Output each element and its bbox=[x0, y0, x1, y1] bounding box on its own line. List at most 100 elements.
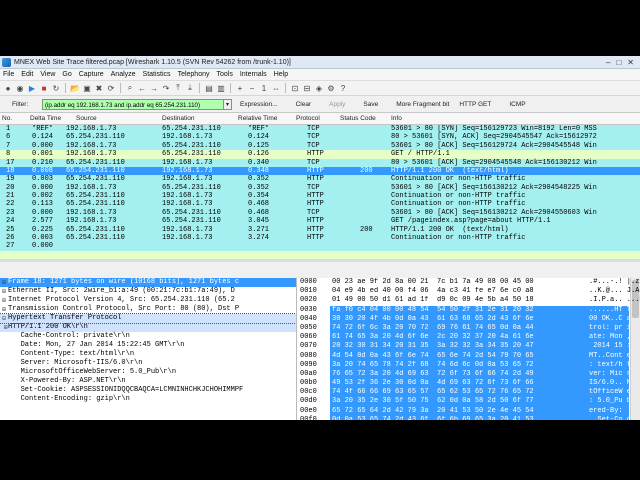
options-icon[interactable]: ◉ bbox=[15, 83, 25, 93]
goto-icon[interactable]: ↷ bbox=[161, 83, 171, 93]
packet-row[interactable]: 23 0.000 192.168.1.73 65.254.231.110 0.468 TC… bbox=[0, 208, 640, 218]
find-icon[interactable]: ⌕ bbox=[125, 83, 135, 93]
tree-item[interactable]: Date: Mon, 27 Jan 2014 15:22:45 GMT\r\n bbox=[0, 341, 296, 350]
packet-no: 17 bbox=[6, 158, 15, 167]
start-capture-icon[interactable]: ▶ bbox=[27, 83, 37, 93]
save-filter-button[interactable]: Save bbox=[363, 101, 378, 108]
interface-list-icon[interactable]: ● bbox=[3, 83, 13, 93]
colorize-icon[interactable]: ▤ bbox=[204, 83, 214, 93]
stop-capture-icon[interactable]: ■ bbox=[39, 83, 49, 93]
menu-internals[interactable]: Internals bbox=[240, 71, 267, 78]
menu-file[interactable]: File bbox=[3, 71, 14, 78]
menu-analyze[interactable]: Analyze bbox=[111, 71, 136, 78]
col-info[interactable]: Info bbox=[391, 115, 402, 122]
packet-row[interactable]: 8 0.001 192.168.1.73 65.254.231.110 0.126 HTT… bbox=[0, 150, 640, 159]
reload-icon[interactable]: ⟳ bbox=[106, 83, 116, 93]
packet-row[interactable]: 7 0.000 192.168.1.73 65.254.231.110 0.125 TCP… bbox=[0, 141, 640, 151]
col-status-code[interactable]: Status Code bbox=[340, 115, 376, 122]
tree-item[interactable]: X-Powered-By: ASP.NET\r\n bbox=[0, 377, 296, 386]
http-get-button[interactable]: HTTP GET bbox=[459, 101, 491, 108]
tree-item[interactable]: Content-Type: text/html\r\n bbox=[0, 350, 296, 359]
expander-icon[interactable]: ⊞ bbox=[0, 305, 8, 314]
expression-button[interactable]: Expression... bbox=[240, 101, 278, 108]
first-icon[interactable]: ⤒ bbox=[173, 83, 183, 93]
tree-item[interactable]: ⊞ HTTP/1.1 200 OK\r\n bbox=[0, 323, 296, 332]
tree-item[interactable]: MicrosoftOfficeWebServer: 5.0_Pub\r\n bbox=[0, 368, 296, 377]
close-file-icon[interactable]: ✖ bbox=[94, 83, 104, 93]
tree-item[interactable]: ⊞ Transmission Control Protocol, Src Port… bbox=[0, 305, 296, 314]
icmp-button[interactable]: ICMP bbox=[509, 101, 525, 108]
display-filters-icon[interactable]: ⊟ bbox=[302, 83, 312, 93]
hex-row: 0030 fa f0 c4 04 00 00 48 54 54 50 2f 31 … bbox=[297, 305, 640, 315]
restart-icon[interactable]: ↻ bbox=[51, 83, 61, 93]
menu-help[interactable]: Help bbox=[274, 71, 288, 78]
capture-filters-icon[interactable]: ⊡ bbox=[290, 83, 300, 93]
preferences-icon[interactable]: ⚙ bbox=[326, 83, 336, 93]
expander-icon[interactable]: ⊞ bbox=[0, 296, 8, 305]
expander-icon[interactable]: ⊞ bbox=[0, 278, 8, 287]
minimize-button[interactable]: – bbox=[606, 58, 610, 67]
col-source[interactable]: Source bbox=[76, 115, 97, 122]
back-icon[interactable]: ← bbox=[137, 83, 147, 93]
tree-item[interactable]: Server: Microsoft-IIS/6.0\r\n bbox=[0, 359, 296, 368]
col-destination[interactable]: Destination bbox=[162, 115, 195, 122]
menu-tools[interactable]: Tools bbox=[216, 71, 232, 78]
menu-view[interactable]: View bbox=[40, 71, 55, 78]
packet-row[interactable]: 1 *REF* 192.168.1.73 65.254.231.110 *REF* TCP… bbox=[0, 125, 640, 134]
packet-row[interactable]: 22 0.113 65.254.231.110 192.168.1.73 0.468 HT… bbox=[0, 200, 640, 209]
packet-row[interactable]: 26 0.003 65.254.231.110 192.168.1.73 3.274 HT… bbox=[0, 233, 640, 243]
autoscroll-icon[interactable]: ▥ bbox=[216, 83, 226, 93]
close-button[interactable]: ✕ bbox=[627, 58, 634, 67]
expander-icon[interactable]: ⊟ bbox=[0, 314, 8, 323]
save-icon[interactable]: ▣ bbox=[82, 83, 92, 93]
col-protocol[interactable]: Protocol bbox=[296, 115, 320, 122]
apply-button[interactable]: Apply bbox=[329, 101, 345, 108]
expander-icon[interactable]: ⊞ bbox=[0, 323, 8, 332]
zoom-out-icon[interactable]: − bbox=[247, 83, 257, 93]
tree-item[interactable]: Cache-Control: private\r\n bbox=[0, 332, 296, 341]
packet-row[interactable]: 20 0.000 192.168.1.73 65.254.231.110 0.352 TC… bbox=[0, 183, 640, 192]
forward-icon[interactable]: → bbox=[149, 83, 159, 93]
open-file-icon[interactable]: 📂 bbox=[70, 83, 80, 93]
pane-splitter[interactable] bbox=[0, 259, 640, 262]
menu-capture[interactable]: Capture bbox=[79, 71, 104, 78]
packet-row[interactable]: 19 0.003 65.254.231.110 192.168.1.73 0.352 HT… bbox=[0, 175, 640, 184]
tree-item[interactable]: ⊟ Hypertext Transfer Protocol bbox=[0, 313, 296, 324]
menu-statistics[interactable]: Statistics bbox=[143, 71, 171, 78]
packet-row[interactable] bbox=[0, 250, 640, 259]
tree-item[interactable]: Set-Cookie: ASPSESSIONIDQQCBAQCA=LCMNINH… bbox=[0, 386, 296, 395]
help-icon[interactable]: ? bbox=[338, 83, 348, 93]
tree-item[interactable]: ⊞ Frame 18: 1271 bytes on wire (10168 bit… bbox=[0, 278, 296, 287]
tree-item[interactable]: ⊞ Internet Protocol Version 4, Src: 65.25… bbox=[0, 296, 296, 305]
hex-row: 0060 61 74 65 3a 20 4d 6f 6e 2c 20 32 37 … bbox=[297, 333, 640, 343]
menu-edit[interactable]: Edit bbox=[21, 71, 33, 78]
packet-row[interactable]: 6 0.124 65.254.231.110 192.168.1.73 0.124 TCP… bbox=[0, 133, 640, 142]
menu-telephony[interactable]: Telephony bbox=[178, 71, 210, 78]
packet-bytes-pane[interactable]: 0000 00 23 ae 9f 2d 8a 00 21 7c b1 7a 49 … bbox=[297, 278, 640, 420]
packet-row[interactable]: 25 0.225 65.254.231.110 192.168.1.73 3.271 HT… bbox=[0, 225, 640, 234]
clear-button[interactable]: Clear bbox=[296, 101, 312, 108]
display-filter-input[interactable]: (ip.addr eq 192.168.1.73 and ip.addr eq … bbox=[42, 98, 224, 110]
packet-row[interactable]: 27 0.000 bbox=[0, 242, 640, 251]
more-fragment-bit-button[interactable]: More Fragment bit bbox=[396, 101, 449, 108]
packet-row[interactable]: 17 0.210 65.254.231.110 192.168.1.73 0.340 TC… bbox=[0, 158, 640, 167]
col-relative-time[interactable]: Relative Time bbox=[238, 115, 277, 122]
maximize-button[interactable]: □ bbox=[616, 58, 621, 67]
zoom-in-icon[interactable]: + bbox=[235, 83, 245, 93]
expander-icon[interactable]: ⊞ bbox=[0, 287, 8, 296]
coloring-rules-icon[interactable]: ◈ bbox=[314, 83, 324, 93]
col-delta-time[interactable]: Delta Time bbox=[30, 115, 61, 122]
resize-columns-icon[interactable]: ⇔ bbox=[271, 83, 281, 93]
tree-item[interactable]: ⊞ Ethernet II, Src: 2wire_b1:a:49 (00:21:… bbox=[0, 287, 296, 296]
tree-item[interactable]: Content-Encoding: gzip\r\n bbox=[0, 395, 296, 404]
packet-row[interactable]: 18 0.008 65.254.231.110 192.168.1.73 0.348 HT… bbox=[0, 166, 640, 176]
packet-row[interactable]: 21 0.002 65.254.231.110 192.168.1.73 0.354 HT… bbox=[0, 192, 640, 201]
packet-row[interactable]: 24 2.577 192.168.1.73 65.254.231.110 3.045 HT… bbox=[0, 217, 640, 226]
last-icon[interactable]: ⤓ bbox=[185, 83, 195, 93]
normal-size-icon[interactable]: 1 bbox=[259, 83, 269, 93]
menu-go[interactable]: Go bbox=[62, 71, 71, 78]
col-no[interactable]: No. bbox=[2, 115, 12, 122]
packet-list[interactable]: 1 *REF* 192.168.1.73 65.254.231.110 *REF* TCP… bbox=[0, 125, 640, 259]
packet-details-tree[interactable]: ⊞ Frame 18: 1271 bytes on wire (10168 bit… bbox=[0, 278, 297, 420]
filter-dropdown-button[interactable]: ▾ bbox=[224, 98, 232, 110]
